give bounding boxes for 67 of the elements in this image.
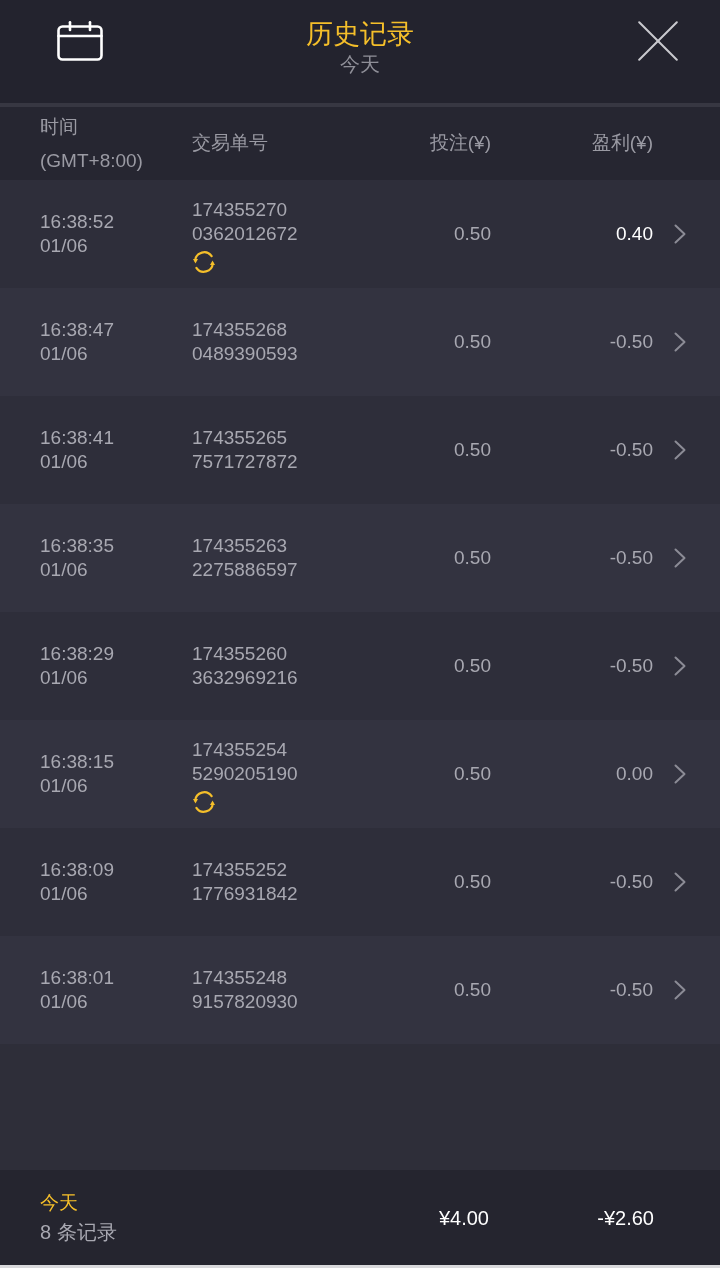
order-number: 174355252 1776931842 (192, 858, 298, 906)
profit-amount: -0.50 (609, 545, 653, 570)
date-text: 01/06 (40, 450, 88, 474)
column-header: 时间 (40, 114, 78, 139)
profit-amount: 0.40 (616, 221, 653, 246)
chevron-right-icon (674, 764, 686, 784)
column-subheader: (GMT+8:00) (40, 148, 143, 173)
time-text: 16:38:47 (40, 318, 114, 342)
stake-amount: 0.50 (454, 221, 491, 246)
record-row[interactable]: 16:38:15 01/06 174355254 5290205190 0.50 0.00 (0, 720, 720, 828)
record-row[interactable]: 16:38:47 01/06 174355268 0489390593 0.50 -0.50 (0, 288, 720, 396)
close-button[interactable] (638, 21, 678, 61)
date-text: 01/06 (40, 990, 88, 1014)
record-count: 8 条记录 (40, 1219, 117, 1245)
time-text: 16:38:29 (40, 642, 114, 666)
calendar-button[interactable] (57, 21, 103, 61)
column-header: 盈利(¥) (591, 131, 653, 156)
record-row[interactable]: 16:38:01 01/06 174355248 9157820930 0.50 -0.50 (0, 936, 720, 1044)
profit-amount: -0.50 (609, 869, 653, 894)
calendar-icon (57, 21, 103, 61)
time-text: 16:38:41 (40, 426, 114, 450)
total-profit: -¥2.60 (597, 1205, 654, 1231)
chevron-right-icon (674, 980, 686, 1000)
order-number: 174355268 0489390593 (192, 318, 298, 366)
time-text: 16:38:35 (40, 534, 114, 558)
stake-amount: 0.50 (454, 437, 491, 462)
order-number: 174355270 0362012672 (192, 198, 298, 246)
column-header: 投注(¥) (429, 131, 491, 156)
close-icon (638, 21, 678, 61)
stake-amount: 0.50 (454, 545, 491, 570)
date-text: 01/06 (40, 774, 88, 798)
stake-amount: 0.50 (454, 653, 491, 678)
stake-amount: 0.50 (454, 977, 491, 1002)
stake-amount: 0.50 (454, 869, 491, 894)
order-number: 174355260 3632969216 (192, 642, 298, 690)
time-text: 16:38:01 (40, 966, 114, 990)
order-number: 174355254 5290205190 (192, 738, 298, 786)
date-text: 01/06 (40, 882, 88, 906)
period-label: 今天 (40, 1190, 78, 1215)
date-text: 01/06 (40, 342, 88, 366)
profit-amount: -0.50 (609, 977, 653, 1002)
profit-amount: -0.50 (609, 437, 653, 462)
page-title: 历史记录 (306, 19, 414, 49)
profit-amount: 0.00 (616, 761, 653, 786)
time-text: 16:38:09 (40, 858, 114, 882)
record-row[interactable]: 16:38:35 01/06 174355263 2275886597 0.50 -0.50 (0, 504, 720, 612)
time-text: 16:38:52 (40, 210, 114, 234)
chevron-right-icon (674, 548, 686, 568)
profit-amount: -0.50 (609, 653, 653, 678)
date-text: 01/06 (40, 234, 88, 258)
total-stake: ¥4.00 (438, 1205, 489, 1231)
order-number: 174355248 9157820930 (192, 966, 298, 1014)
stake-amount: 0.50 (454, 761, 491, 786)
profit-amount: -0.50 (609, 329, 653, 354)
chevron-right-icon (674, 656, 686, 676)
page-subtitle: 今天 (340, 52, 380, 77)
order-number: 174355263 2275886597 (192, 534, 298, 582)
order-number: 174355265 7571727872 (192, 426, 298, 474)
column-header: 交易单号 (192, 131, 268, 156)
date-text: 01/06 (40, 558, 88, 582)
date-text: 01/06 (40, 666, 88, 690)
chevron-right-icon (674, 224, 686, 244)
chevron-right-icon (674, 440, 686, 460)
chevron-right-icon (674, 872, 686, 892)
stake-amount: 0.50 (454, 329, 491, 354)
time-text: 16:38:15 (40, 750, 114, 774)
chevron-right-icon (674, 332, 686, 352)
